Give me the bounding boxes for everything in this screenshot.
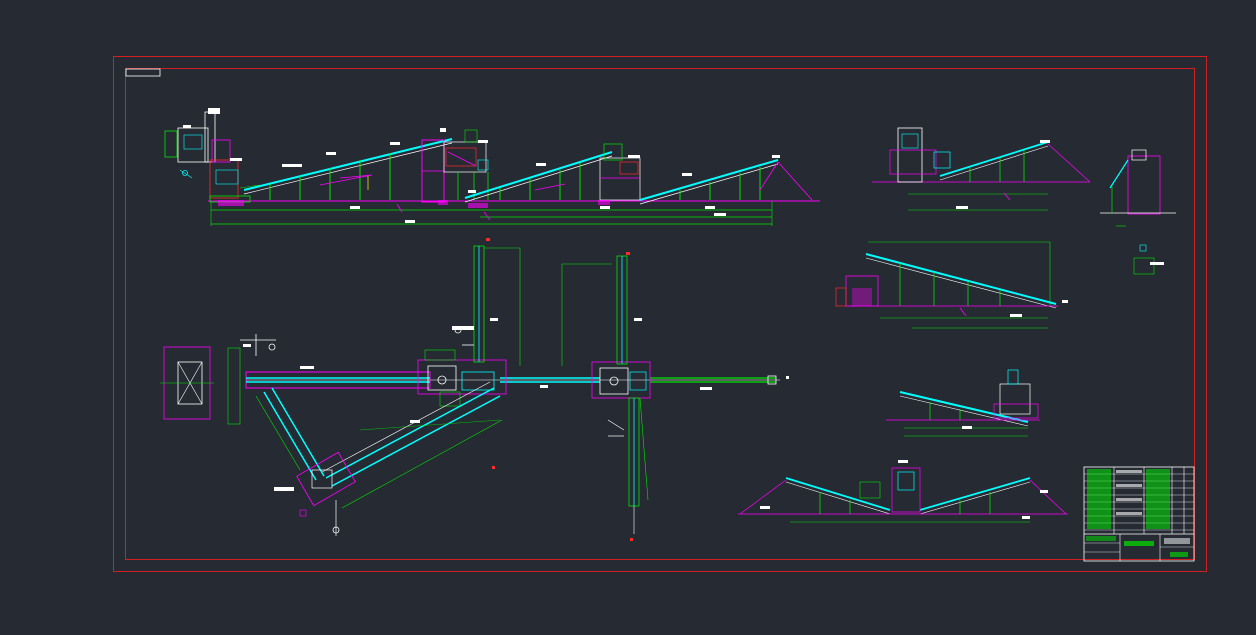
inner-sheet-border	[125, 68, 1195, 560]
detail-side-right	[1100, 149, 1176, 275]
plan-view	[160, 238, 789, 541]
title-block	[1083, 466, 1195, 562]
cad-drawing-canvas	[0, 0, 1256, 635]
sheet-label-box	[125, 68, 161, 77]
detail-small-conveyor	[886, 369, 1040, 437]
outer-sheet-border	[113, 56, 1207, 572]
elevation-main-line	[164, 108, 820, 226]
detail-top-right	[872, 127, 1091, 211]
cad-drawing-svg	[113, 56, 1207, 572]
detail-mid-conveyor	[835, 241, 1068, 329]
detail-bottom-v-conveyor	[738, 460, 1068, 523]
